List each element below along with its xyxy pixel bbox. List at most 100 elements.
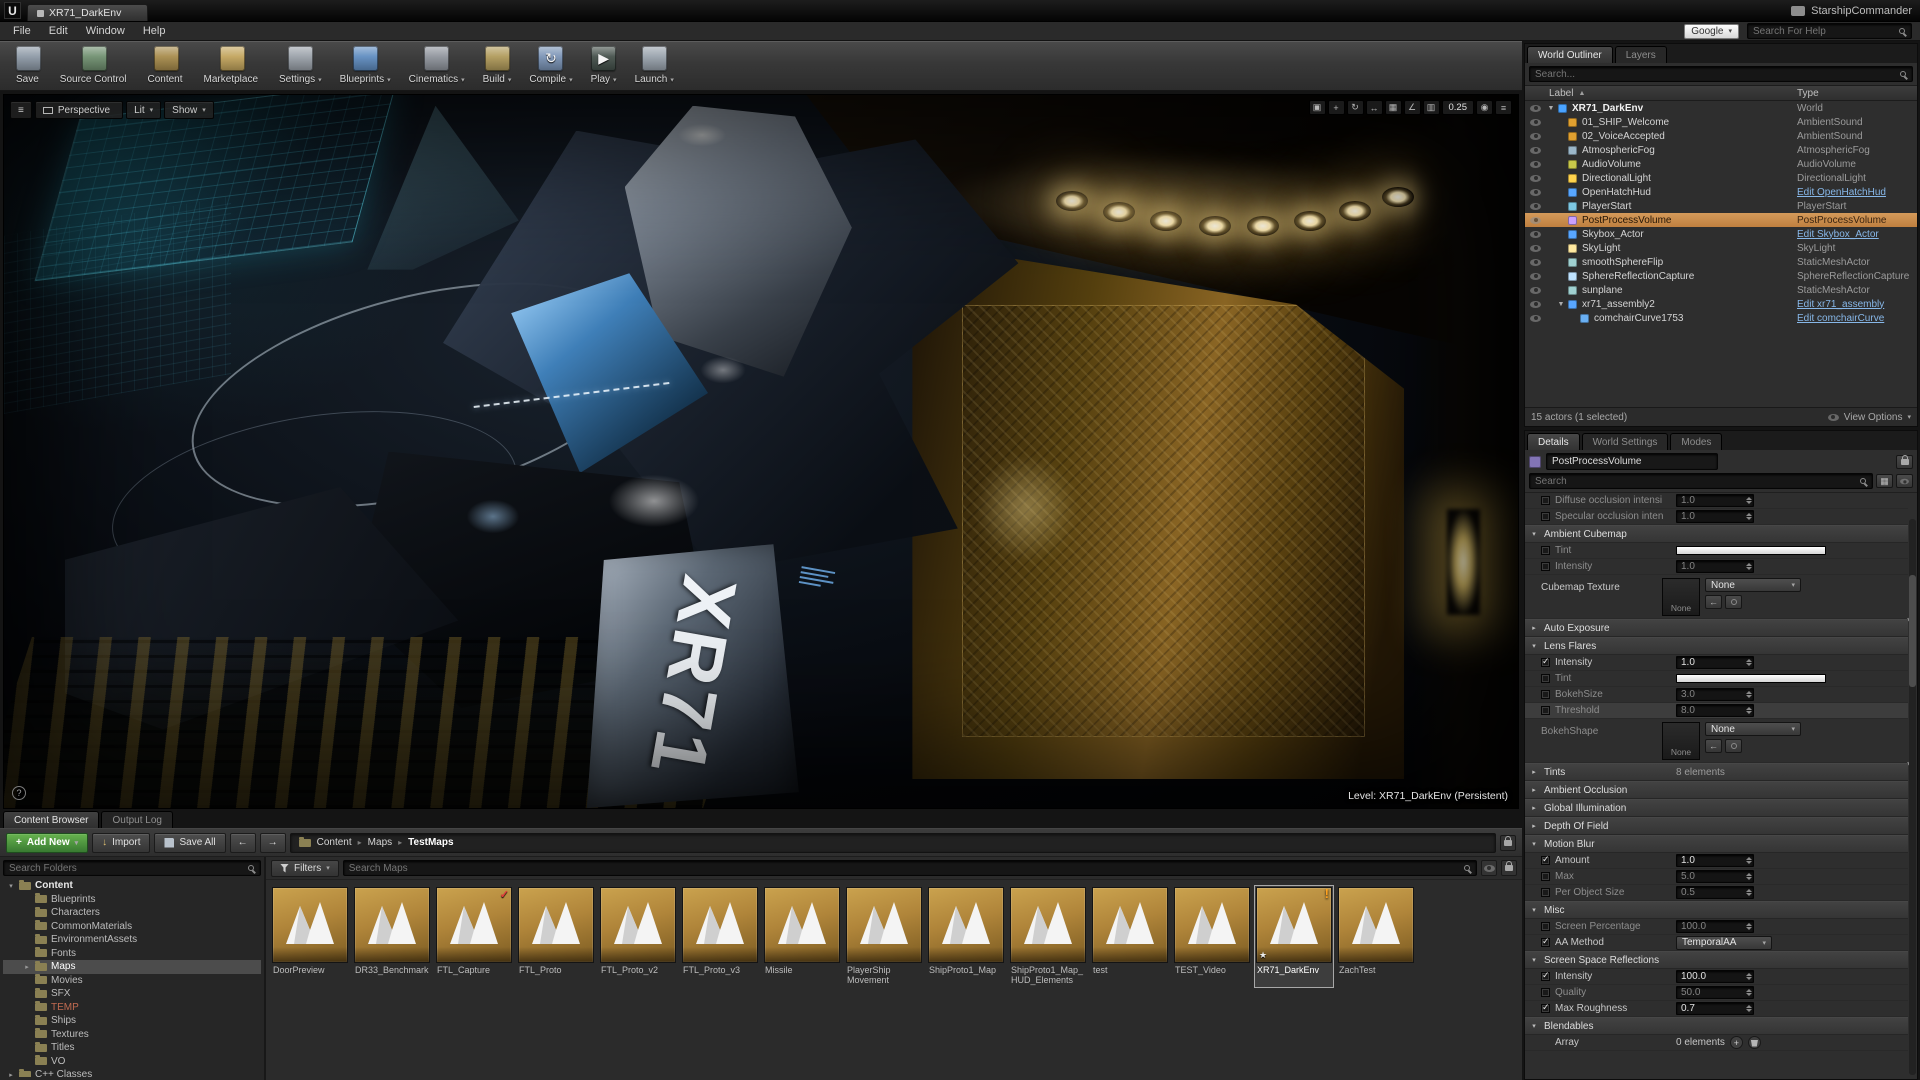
asset-dropdown[interactable]: None ▾ (1705, 722, 1801, 736)
translate-icon[interactable]: + (1328, 100, 1345, 115)
menu-item[interactable]: Help (134, 22, 175, 40)
asset-tile[interactable]: ZachTest (1336, 885, 1416, 988)
folder-row[interactable]: SFX (3, 987, 261, 1001)
visibility-eye-icon[interactable] (1530, 287, 1541, 294)
menu-item[interactable]: Window (77, 22, 134, 40)
add-element-button[interactable]: + (1730, 1036, 1743, 1049)
folder-row[interactable]: Textures (3, 1028, 261, 1042)
property-checkbox[interactable] (1541, 856, 1550, 865)
level-viewport[interactable]: XR71 ≡ (3, 94, 1519, 809)
help-icon[interactable]: ? (12, 786, 26, 800)
tab-details[interactable]: Details (1527, 433, 1580, 450)
outliner-row[interactable]: 01_SHIP_Welcome AmbientSound (1525, 115, 1917, 129)
number-spinbox[interactable]: 5.0 (1676, 870, 1754, 883)
details-scrollbar[interactable] (1909, 519, 1916, 1075)
outliner-row[interactable]: Skybox_Actor Edit Skybox_Actor (1525, 227, 1917, 241)
asset-tile[interactable]: test (1090, 885, 1170, 988)
lock-browser-button[interactable] (1501, 860, 1517, 876)
camera-icon[interactable]: ◉ (1476, 100, 1493, 115)
asset-tile[interactable]: ! ★ XR71_DarkEnv (1254, 885, 1334, 988)
folder-row[interactable]: TEMP (3, 1001, 261, 1015)
folder-row[interactable]: VO (3, 1055, 261, 1069)
visibility-eye-icon[interactable] (1530, 203, 1541, 210)
actor-type[interactable]: Edit xr71_assembly (1797, 299, 1917, 310)
filters-button[interactable]: Filters ▾ (271, 860, 339, 877)
breadcrumb-testmaps[interactable]: TestMaps (408, 837, 453, 848)
viewport-mode-button[interactable]: Lit ▾ (126, 101, 161, 119)
folder-row[interactable]: Titles (3, 1041, 261, 1055)
asset-tile[interactable]: DoorPreview (270, 885, 350, 988)
actor-type[interactable]: PlayerStart (1797, 201, 1917, 212)
property-checkbox[interactable] (1541, 972, 1550, 981)
toolbar-button[interactable]: Blueprints ▾ (332, 43, 399, 88)
asset-tile[interactable]: FTL_Proto_v2 (598, 885, 678, 988)
visibility-eye-icon[interactable] (1530, 315, 1541, 322)
color-swatch-bar[interactable] (1676, 674, 1826, 683)
enum-dropdown[interactable]: TemporalAA ▾ (1676, 936, 1772, 950)
details-category[interactable]: ▾ Misc (1525, 901, 1908, 919)
property-checkbox[interactable] (1541, 496, 1550, 505)
view-options-button[interactable] (1481, 860, 1497, 876)
expand-arrow-icon[interactable]: ▾ (7, 882, 15, 890)
tab-content-browser[interactable]: Content Browser (3, 811, 99, 828)
outliner-row[interactable]: 02_VoiceAccepted AmbientSound (1525, 129, 1917, 143)
outliner-row[interactable]: OpenHatchHud Edit OpenHatchHud (1525, 185, 1917, 199)
spin-arrows-icon[interactable] (1745, 659, 1753, 666)
details-category[interactable]: ▾ Lens Flares (1525, 637, 1908, 655)
outliner-row[interactable]: AtmosphericFog AtmosphericFog (1525, 143, 1917, 157)
asset-tile[interactable]: ShipProto1_Map_HUD_Elements (1008, 885, 1088, 988)
folder-row[interactable]: ▸ C++ Classes (3, 1068, 261, 1077)
actor-type[interactable]: PostProcessVolume (1797, 215, 1917, 226)
texture-thumbnail[interactable]: None (1662, 722, 1700, 760)
rotate-icon[interactable]: ↻ (1347, 100, 1364, 115)
toolbar-button[interactable]: Settings ▾ (271, 43, 330, 88)
spin-arrows-icon[interactable] (1745, 923, 1753, 930)
visibility-eye-icon[interactable] (1530, 259, 1541, 266)
toolbar-button[interactable]: Content (140, 43, 194, 88)
feedback-bubble-icon[interactable] (1791, 6, 1805, 16)
folder-row[interactable]: Movies (3, 974, 261, 988)
actor-type[interactable]: World (1797, 103, 1917, 114)
number-spinbox[interactable]: 8.0 (1676, 704, 1754, 717)
number-spinbox[interactable]: 1.0 (1676, 560, 1754, 573)
outliner-row[interactable]: AudioVolume AudioVolume (1525, 157, 1917, 171)
actor-type[interactable]: SkyLight (1797, 243, 1917, 254)
maximize-icon[interactable]: ▣ (1309, 100, 1326, 115)
tab-layers[interactable]: Layers (1615, 46, 1667, 63)
actor-type[interactable]: Edit Skybox_Actor (1797, 229, 1917, 240)
number-spinbox[interactable]: 1.0 (1676, 854, 1754, 867)
number-spinbox[interactable]: 0.7 (1676, 1002, 1754, 1015)
search-folders-input[interactable] (9, 863, 242, 874)
display-filter-button[interactable] (1896, 474, 1913, 488)
toolbar-button[interactable]: Marketplace (196, 43, 269, 88)
actor-type[interactable]: AtmosphericFog (1797, 145, 1917, 156)
folder-row[interactable]: Blueprints (3, 893, 261, 907)
save-all-button[interactable]: Save All (154, 833, 225, 853)
outliner-row[interactable]: sunplane StaticMeshActor (1525, 283, 1917, 297)
outliner-row[interactable]: DirectionalLight DirectionalLight (1525, 171, 1917, 185)
camera-speed-value[interactable]: 0.25 (1442, 100, 1475, 115)
forward-button[interactable]: → (260, 833, 286, 853)
number-spinbox[interactable]: 0.5 (1676, 886, 1754, 899)
asset-tile[interactable]: DR33_Benchmark (352, 885, 432, 988)
outliner-row[interactable]: ▼ XR71_DarkEnv World (1525, 101, 1917, 115)
details-scroll-thumb[interactable] (1909, 575, 1916, 687)
asset-tile[interactable]: Missile (762, 885, 842, 988)
details-category[interactable]: ▸ Ambient Occlusion (1525, 781, 1908, 799)
toolbar-button[interactable]: ▶ Play ▾ (583, 43, 625, 88)
asset-tile[interactable]: FTL_Proto (516, 885, 596, 988)
use-selected-icon[interactable]: ← (1705, 595, 1722, 609)
spin-arrows-icon[interactable] (1745, 563, 1753, 570)
spin-arrows-icon[interactable] (1745, 873, 1753, 880)
details-search-input[interactable] (1535, 476, 1854, 487)
folder-row[interactable]: Fonts (3, 947, 261, 961)
property-checkbox[interactable] (1541, 922, 1550, 931)
outliner-row[interactable]: ▼ xr71_assembly2 Edit xr71_assembly (1525, 297, 1917, 311)
asset-tile[interactable]: ShipProto1_Map (926, 885, 1006, 988)
toolbar-button[interactable]: Source Control (52, 43, 138, 88)
visibility-eye-icon[interactable] (1530, 217, 1541, 224)
toolbar-button[interactable]: ↻ Compile ▾ (521, 43, 580, 88)
details-category[interactable]: ▾ Screen Space Reflections (1525, 951, 1908, 969)
actor-type[interactable]: AmbientSound (1797, 131, 1917, 142)
visibility-eye-icon[interactable] (1530, 273, 1541, 280)
